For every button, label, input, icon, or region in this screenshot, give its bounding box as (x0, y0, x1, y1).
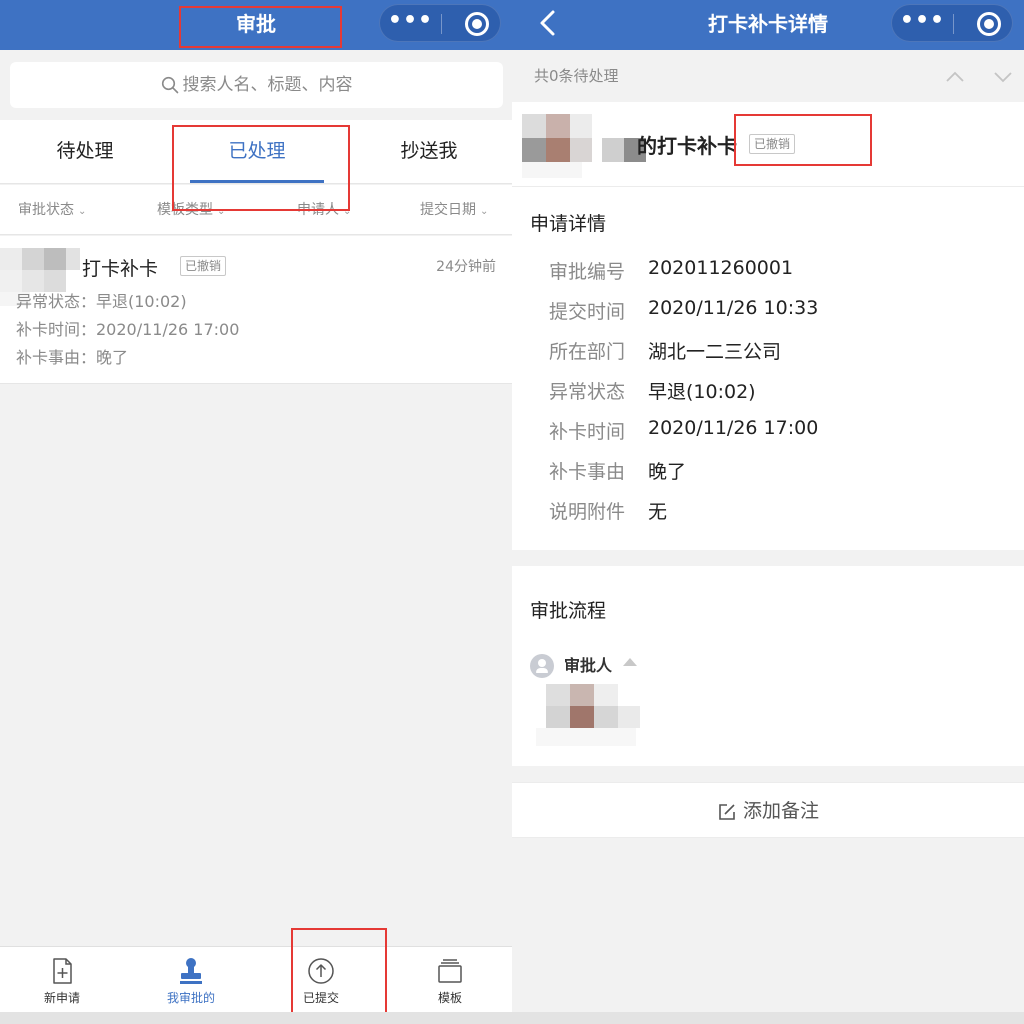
field-value-reason: 晚了 (648, 461, 687, 483)
tabbar-new-request[interactable]: 新申请 (12, 947, 112, 1013)
record-time: 24分钟前 (436, 259, 496, 275)
bottom-tab-bar: 新申请 我审批的 已提交 模板 (0, 946, 512, 1012)
field-value-submit-time: 2020/11/26 10:33 (648, 297, 819, 319)
field-label-submit-time: 提交时间 (549, 301, 626, 323)
add-note-label: 添加备注 (742, 800, 819, 822)
filter-approval-status[interactable]: 审批状态 ⌄ (18, 185, 86, 235)
tabbar-label: 我审批的 (166, 991, 215, 1005)
target-icon[interactable] (977, 12, 1001, 36)
tabbar-submitted[interactable]: 已提交 (271, 947, 371, 1013)
mini-program-capsule: ••• (891, 4, 1013, 42)
status-badge: 已撤销 (749, 134, 796, 154)
approval-flow: 审批流程 审批人 (512, 566, 1024, 766)
detail-title: 的打卡补卡 (637, 134, 737, 158)
avatar (522, 110, 646, 180)
search-area: 搜索人名、标题、内容 (0, 50, 512, 118)
field-value-approval-no: 202011260001 (648, 257, 794, 279)
field-value-abnormal-status: 早退(10:02) (648, 381, 756, 403)
tab-processed[interactable]: 已处理 (172, 120, 342, 184)
search-placeholder: 搜索人名、标题、内容 (182, 75, 353, 95)
mini-program-capsule: ••• (379, 4, 501, 42)
section-title-details: 申请详情 (530, 213, 607, 235)
stamp-icon (180, 958, 202, 984)
field-value-attachment: 无 (648, 501, 668, 523)
nav-bar: 打卡补卡详情 ••• (512, 0, 1024, 50)
approval-list-screen: 审批 ••• 搜索人名、标题、内容 待处理 已处理 抄送我 审批状态 ⌄ 模板类型… (0, 0, 512, 1024)
chevron-up-icon[interactable] (944, 66, 966, 88)
record-abnormal-status: 异常状态：早退(10:02) (16, 292, 187, 311)
tabbar-my-approvals[interactable]: 我审批的 (141, 947, 241, 1013)
field-label-makeup-time: 补卡时间 (549, 421, 626, 443)
capsule-divider (953, 14, 954, 34)
search-input[interactable]: 搜索人名、标题、内容 (10, 62, 503, 108)
field-label-abnormal-status: 异常状态 (549, 381, 626, 403)
tab-cc-me[interactable]: 抄送我 (344, 120, 512, 184)
chevron-down-icon: ⌄ (217, 206, 226, 217)
target-icon[interactable] (465, 12, 489, 36)
template-stack-icon (438, 959, 462, 983)
more-dots-icon[interactable]: ••• (892, 5, 953, 41)
field-value-department: 湖北一二三公司 (648, 341, 782, 363)
record-makeup-time: 补卡时间：2020/11/26 17:00 (16, 320, 240, 339)
tab-pending[interactable]: 待处理 (0, 120, 170, 184)
field-value-makeup-time: 2020/11/26 17:00 (648, 417, 819, 439)
field-label-approval-no: 审批编号 (549, 261, 626, 283)
tabbar-label: 模板 (437, 991, 462, 1005)
pending-count-bar: 共0条待处理 (512, 50, 1024, 102)
tabbar-label: 新申请 (43, 991, 80, 1005)
chevron-down-icon: ⌄ (78, 206, 87, 217)
approver-role: 审批人 (564, 656, 613, 675)
approver-avatar (526, 680, 642, 752)
record-title: 打卡补卡 (82, 258, 159, 280)
caret-up-icon[interactable] (623, 658, 637, 666)
filter-submit-date[interactable]: 提交日期 ⌄ (420, 185, 488, 235)
application-details: 申请详情 审批编号 202011260001 提交时间 2020/11/26 1… (512, 186, 1024, 550)
status-badge: 已撤销 (180, 256, 227, 276)
upload-circle-icon (308, 958, 334, 984)
capsule-divider (441, 14, 442, 34)
tabbar-templates[interactable]: 模板 (400, 947, 500, 1013)
field-label-reason: 补卡事由 (549, 461, 626, 483)
chevron-down-icon: ⌄ (343, 206, 352, 217)
chevron-down-icon: ⌄ (480, 206, 489, 217)
field-label-attachment: 说明附件 (549, 501, 626, 523)
status-tabs: 待处理 已处理 抄送我 (0, 120, 512, 184)
chevron-down-icon[interactable] (992, 66, 1014, 88)
add-note-button[interactable]: 添加备注 (512, 782, 1024, 838)
tabbar-label: 已提交 (302, 991, 339, 1005)
bottom-edge (0, 1012, 1024, 1024)
nav-bar: 审批 ••• (0, 0, 512, 50)
user-icon (530, 654, 554, 678)
active-tab-indicator (190, 180, 324, 183)
punch-makeup-detail-screen: 打卡补卡详情 ••• 共0条待处理 的打卡补卡 已撤销 申请详情 审批编号 20… (512, 0, 1024, 1024)
filter-bar: 审批状态 ⌄ 模板类型 ⌄ 申请人 ⌄ 提交日期 ⌄ (0, 185, 512, 235)
edit-note-icon (719, 803, 735, 820)
new-document-icon (53, 958, 72, 984)
more-dots-icon[interactable]: ••• (380, 5, 441, 41)
record-reason: 补卡事由：晚了 (16, 348, 129, 367)
filter-applicant[interactable]: 申请人 ⌄ (297, 185, 351, 235)
search-icon (161, 76, 178, 94)
field-label-department: 所在部门 (549, 341, 626, 363)
filter-template-type[interactable]: 模板类型 ⌄ (157, 185, 225, 235)
list-item[interactable]: 打卡补卡 已撤销 24分钟前 异常状态：早退(10:02) 补卡时间：2020/… (0, 236, 512, 384)
pending-count: 共0条待处理 (534, 67, 619, 85)
section-title-flow: 审批流程 (530, 600, 607, 622)
